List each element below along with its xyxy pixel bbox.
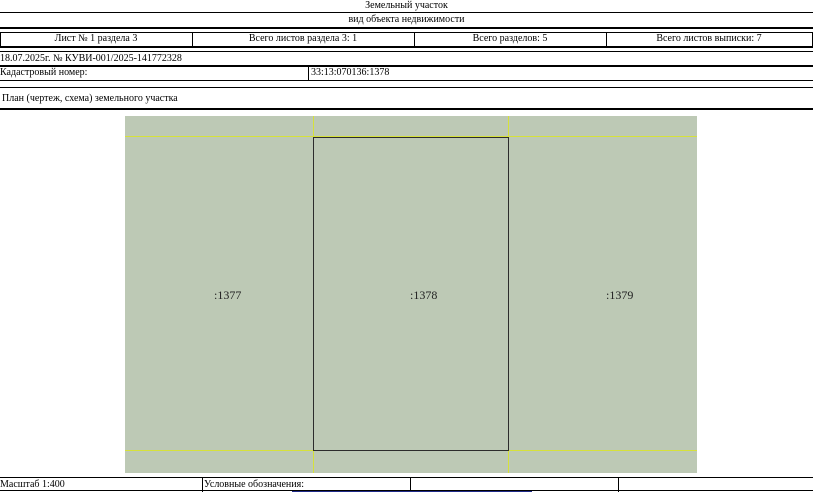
property-kind-label: вид объекта недвижимости: [348, 14, 465, 25]
parcel-label-1377: :1377: [214, 288, 242, 302]
object-type-title: Земельный участок: [365, 0, 448, 11]
divider: [0, 27, 813, 29]
sheets-in-section: Всего листов раздела 3: 1: [248, 33, 358, 44]
cell-border: [308, 66, 309, 80]
statement-date-number: 18.07.2025г. № КУВИ-001/2025-141772328: [0, 53, 182, 64]
parcel-plan-drawing: :1377 :1378 :1379: [125, 116, 697, 473]
divider: [0, 108, 813, 110]
parcel-label-1379: :1379: [606, 288, 634, 302]
total-sheets: Всего листов выписки: 7: [656, 33, 762, 44]
divider: [0, 87, 813, 88]
divider: [0, 12, 813, 13]
cadastral-number-value: 33:13:070136:1378: [311, 67, 390, 78]
divider: [0, 46, 813, 48]
cadastral-number-label: Кадастровый номер:: [0, 67, 88, 78]
divider: [0, 80, 813, 81]
divider: [0, 477, 813, 478]
divider: [0, 51, 813, 52]
plan-title: План (чертеж, схема) земельного участка: [2, 93, 178, 104]
total-sections: Всего разделов: 5: [472, 33, 548, 44]
sheet-number: Лист № 1 раздела 3: [54, 33, 138, 44]
divider: [0, 65, 813, 67]
parcel-label-1378: :1378: [410, 288, 438, 302]
